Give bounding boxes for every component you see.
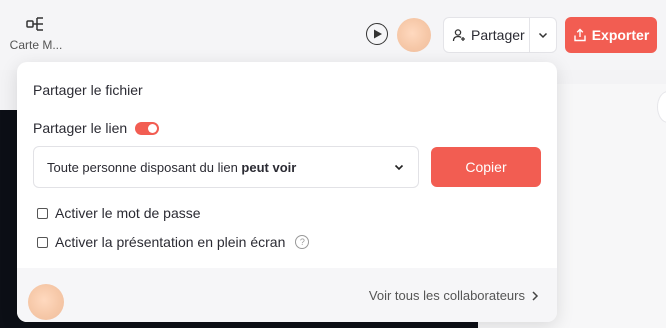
share-popover: Partager le fichier Partager le lien Tou…: [17, 62, 557, 322]
see-all-collaborators-link[interactable]: Voir tous les collaborateurs: [369, 288, 539, 303]
permission-text: Toute personne disposant du lien peut vo…: [47, 160, 394, 175]
fullscreen-option-label: Activer la présentation en plein écran: [55, 234, 286, 250]
share-link-row: Partager le lien: [33, 120, 160, 136]
top-toolbar: Carte M... Partager Exporter: [0, 0, 666, 70]
mindmap-tool[interactable]: Carte M...: [4, 14, 68, 56]
mindmap-icon: [26, 17, 43, 31]
permission-value: peut voir: [241, 159, 297, 175]
password-option[interactable]: Activer le mot de passe: [37, 205, 201, 221]
password-checkbox[interactable]: [37, 207, 48, 219]
export-button[interactable]: Exporter: [565, 17, 657, 53]
chevron-right-icon: [532, 290, 539, 301]
fullscreen-checkbox[interactable]: [37, 236, 48, 248]
copy-link-button[interactable]: Copier: [431, 147, 541, 187]
share-label: Partager: [471, 27, 525, 43]
share-button[interactable]: Partager: [444, 18, 530, 52]
help-icon[interactable]: ?: [295, 235, 310, 249]
present-button[interactable]: [366, 23, 388, 45]
share-link-label: Partager le lien: [33, 120, 128, 136]
popover-title: Partager le fichier: [33, 82, 143, 98]
popover-footer: Voir tous les collaborateurs: [17, 268, 557, 322]
mindmap-label: Carte M...: [9, 38, 63, 52]
avatar[interactable]: [397, 18, 431, 52]
collaborator-avatar[interactable]: [28, 284, 64, 320]
password-option-label: Activer le mot de passe: [55, 205, 201, 221]
permission-prefix: Toute personne disposant du lien: [47, 159, 242, 175]
permission-select[interactable]: Toute personne disposant du lien peut vo…: [33, 146, 419, 188]
see-all-label: Voir tous les collaborateurs: [368, 288, 525, 303]
chevron-down-icon: [538, 32, 548, 39]
export-icon: [574, 28, 586, 42]
share-dropdown-toggle[interactable]: [530, 18, 556, 52]
share-link-toggle[interactable]: [135, 121, 160, 135]
fullscreen-option[interactable]: Activer la présentation en plein écran ?: [37, 234, 310, 250]
play-icon: [374, 29, 382, 39]
export-label: Exporter: [591, 27, 650, 43]
chevron-down-icon: [394, 164, 404, 171]
add-user-icon: [452, 29, 465, 42]
share-button-group: Partager: [443, 17, 557, 53]
